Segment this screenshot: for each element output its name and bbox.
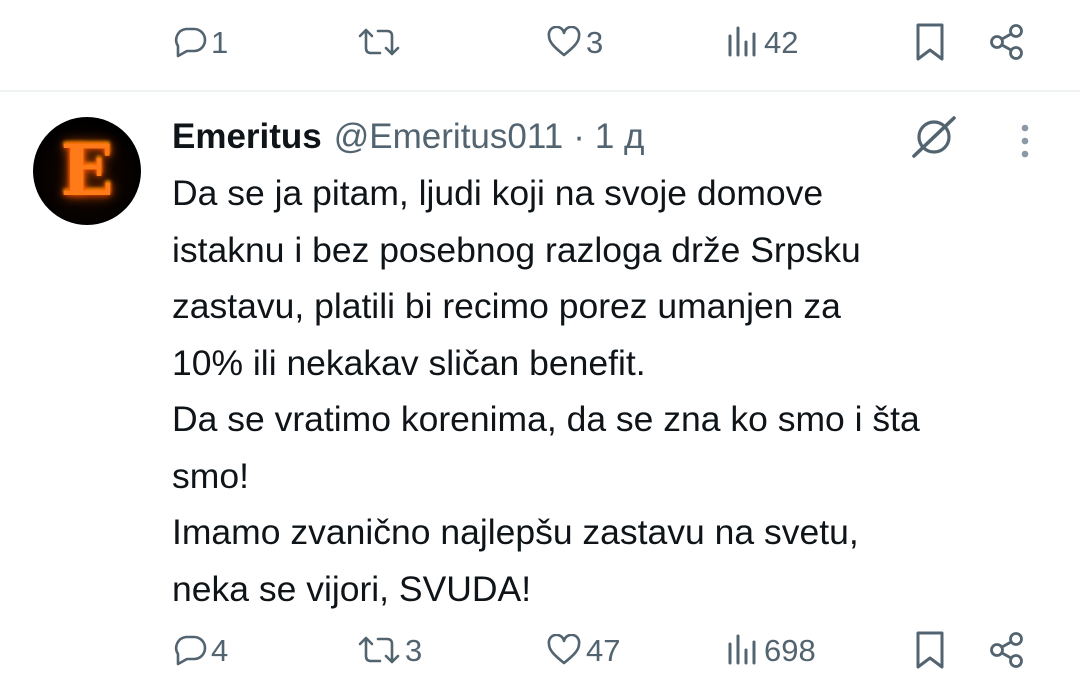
- prev-like-button[interactable]: 3: [546, 26, 603, 58]
- bookmark-icon: [916, 631, 944, 669]
- share-icon: [990, 24, 1023, 60]
- views-chart-icon: [728, 634, 756, 665]
- post-time[interactable]: 1 д: [595, 117, 645, 157]
- view-count: 698: [764, 632, 816, 668]
- retweet-icon: [358, 636, 400, 664]
- avatar[interactable]: E: [33, 117, 141, 225]
- reply-icon: [174, 635, 207, 666]
- retweet-button[interactable]: 3: [357, 634, 422, 666]
- header-separator: ·: [573, 117, 585, 156]
- views-button[interactable]: 698: [726, 634, 816, 666]
- author-handle[interactable]: @Emeritus011: [334, 117, 563, 157]
- post-text-line: neka se vijori, SVUDA!: [172, 568, 532, 609]
- grok-icon: [912, 116, 956, 158]
- reply-count: 4: [211, 632, 229, 668]
- like-count: 47: [586, 632, 621, 668]
- post-text-line: 10% ili nekakav sličan benefit.: [172, 342, 646, 383]
- prev-reply-button[interactable]: 1: [173, 26, 228, 58]
- like-button[interactable]: 47: [546, 634, 620, 666]
- share-button[interactable]: [987, 630, 1027, 670]
- post-text-line: smo!: [172, 455, 249, 496]
- share-icon: [990, 632, 1023, 668]
- author-name[interactable]: Emeritus: [172, 117, 322, 157]
- prev-share-button[interactable]: [987, 22, 1027, 62]
- post-text-line: Da se ja pitam, ljudi koji na svoje domo…: [172, 173, 824, 213]
- heart-icon: [547, 26, 581, 57]
- heart-icon: [547, 634, 581, 665]
- prev-views-button[interactable]: 42: [726, 26, 798, 58]
- post-divider: [0, 90, 1080, 92]
- bookmark-icon: [916, 23, 944, 61]
- views-chart-icon: [728, 26, 756, 57]
- prev-reply-count: 1: [211, 24, 229, 60]
- post-text-line: Da se vratimo korenima, da se zna ko smo…: [172, 399, 920, 439]
- prev-like-count: 3: [586, 24, 604, 60]
- more-vertical-icon: [1021, 124, 1029, 158]
- bookmark-button[interactable]: [914, 630, 946, 670]
- post-text: Da se ja pitam, ljudi koji na svoje domo…: [172, 165, 1072, 617]
- post-action-bar: 4 3 47 698: [0, 620, 1080, 680]
- prev-view-count: 42: [764, 24, 799, 60]
- reply-button[interactable]: 4: [173, 634, 228, 666]
- retweet-icon: [358, 28, 400, 56]
- grok-button[interactable]: [906, 112, 962, 165]
- post-text-line: istaknu i bez posebnog razloga drže Srps…: [172, 229, 861, 270]
- prev-post-action-bar: 1 3 42: [0, 12, 1080, 72]
- prev-retweet-button[interactable]: [357, 26, 405, 58]
- retweet-count: 3: [405, 632, 423, 668]
- prev-bookmark-button[interactable]: [914, 22, 946, 62]
- post-text-line: Imamo zvanično najlepšu zastavu na svetu…: [172, 512, 859, 552]
- post-text-line: zastavu, platili bi recimo porez umanjen…: [172, 286, 841, 326]
- post-header: Emeritus @Emeritus011 · 1 д: [172, 114, 644, 160]
- reply-icon: [174, 27, 207, 58]
- avatar-letter: E: [60, 129, 114, 212]
- more-options-button[interactable]: [1010, 122, 1040, 167]
